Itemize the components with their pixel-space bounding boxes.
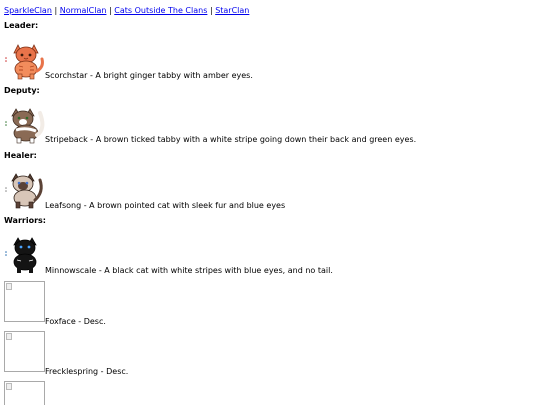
cat-description: Leafsong - A brown pointed cat with slee… [45, 201, 286, 210]
section-heading-leader: Leader: [4, 21, 39, 30]
ginger-tabby-cat-sprite [5, 44, 44, 80]
nav-separator: | [209, 6, 213, 15]
nav-link-normalclan[interactable]: NormalClan [60, 6, 107, 15]
broken-image-icon [4, 331, 45, 372]
siamese-cat-sprite [5, 173, 43, 209]
nav-separator: | [54, 6, 58, 15]
page: SparkleClan | NormalClan | Cats Outside … [0, 0, 540, 405]
cat-description: Scorchstar - A bright ginger tabby with … [45, 71, 253, 80]
brown-tabby-cat-sprite [5, 108, 45, 144]
cat-entry-foxface: Foxface - Desc. [4, 281, 204, 326]
black-cat-sprite [5, 237, 37, 273]
nav-link-cats-outside-the-clans[interactable]: Cats Outside The Clans [114, 6, 207, 15]
section-heading-deputy: Deputy: [4, 86, 40, 95]
cat-entry-stripeback: Stripeback - A brown ticked tabby with a… [4, 103, 416, 145]
cat-entry-unnamed [4, 381, 64, 405]
broken-image-icon [4, 281, 45, 322]
clan-nav: SparkleClan | NormalClan | Cats Outside … [4, 6, 249, 15]
cat-description: Foxface - Desc. [45, 317, 106, 326]
broken-image-icon [4, 381, 45, 405]
cat-entry-leafsong: Leafsong - A brown pointed cat with slee… [4, 168, 304, 210]
section-heading-warriors: Warriors: [4, 216, 46, 225]
cat-entry-minnowscale: Minnowscale - A black cat with white str… [4, 233, 334, 275]
nav-link-starclan[interactable]: StarClan [215, 6, 249, 15]
cat-description: Frecklespring - Desc. [45, 367, 129, 376]
nav-separator: | [108, 6, 112, 15]
nav-link-sparkleclan[interactable]: SparkleClan [4, 6, 52, 15]
cat-description: Stripeback - A brown ticked tabby with a… [45, 135, 417, 144]
cat-description: Minnowscale - A black cat with white str… [45, 266, 333, 275]
cat-entry-frecklespring: Frecklespring - Desc. [4, 331, 204, 376]
cat-entry-scorchstar: Scorchstar - A bright ginger tabby with … [4, 39, 304, 81]
section-heading-healer: Healer: [4, 151, 37, 160]
